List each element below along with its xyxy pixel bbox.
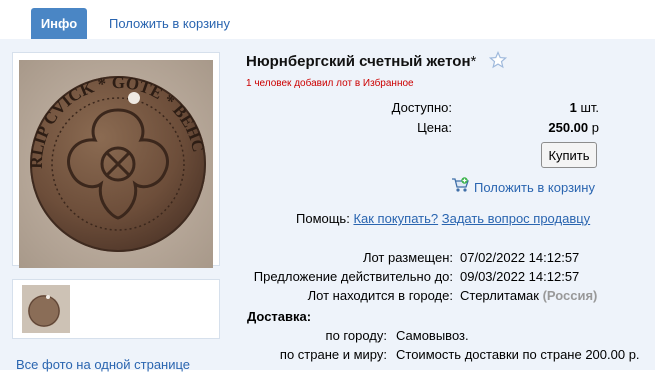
delivery-country-value: Стоимость доставки по стране 200.00 р. (396, 347, 640, 362)
photo-thumbnail[interactable] (22, 285, 70, 333)
available-count: 1 (569, 100, 577, 115)
available-value: 1 шт. (570, 100, 599, 115)
tab-bar: Инфо Положить в корзину (0, 0, 655, 40)
country-name: (Россия) (542, 288, 598, 303)
lot-title: Нюрнбергский счетный жетон* (246, 53, 476, 70)
price-value: 250.00 р (548, 120, 599, 135)
delivery-city-label: по городу: (325, 328, 387, 343)
price-amount: 250.00 (548, 120, 589, 135)
delivery-city-value: Самовывоз. (396, 328, 469, 343)
add-to-cart-link[interactable]: Положить в корзину (474, 180, 595, 195)
city-name: Стерлитамак (460, 288, 539, 303)
valid-until-label: Предложение действительно до: (253, 269, 453, 284)
help-label: Помощь: (296, 211, 350, 226)
tab-add-to-cart[interactable]: Положить в корзину (109, 16, 230, 31)
price-currency: р (591, 120, 599, 135)
buy-button[interactable]: Купить (541, 142, 597, 168)
delivery-heading: Доставка: (247, 309, 312, 324)
star-outline-icon[interactable] (488, 50, 508, 69)
price-label: Цена: (417, 120, 452, 135)
title-asterisk: * (470, 53, 477, 70)
how-to-buy-link[interactable]: Как покупать? (353, 211, 438, 226)
lot-title-text: Нюрнбергский счетный жетон (246, 53, 471, 70)
available-label: Доступно: (391, 100, 452, 115)
lot-panel: HERLIP CVICK * GOTE * BEHC Все фото на о… (0, 39, 655, 372)
available-unit: шт. (580, 100, 599, 115)
delivery-country-label: по стране и миру: (279, 347, 387, 362)
coin-image: HERLIP CVICK * GOTE * BEHC (19, 60, 213, 268)
coin-thumbnail-image (22, 285, 70, 333)
placed-value: 07/02/2022 14:12:57 (460, 250, 580, 265)
city-value: Стерлитамак (Россия) (460, 288, 597, 303)
placed-label: Лот размещен: (362, 250, 453, 265)
cart-add-icon[interactable] (451, 177, 469, 193)
ask-seller-link[interactable]: Задать вопрос продавцу (442, 211, 590, 226)
valid-until-value: 09/03/2022 14:12:57 (460, 269, 580, 284)
help-row: Помощь: Как покупать? Задать вопрос прод… (296, 211, 590, 226)
favorites-note: 1 человек добавил лот в Избранное (246, 78, 414, 89)
main-photo[interactable]: HERLIP CVICK * GOTE * BEHC (19, 60, 213, 268)
city-label: Лот находится в городе: (307, 288, 453, 303)
tab-info[interactable]: Инфо (31, 8, 87, 39)
